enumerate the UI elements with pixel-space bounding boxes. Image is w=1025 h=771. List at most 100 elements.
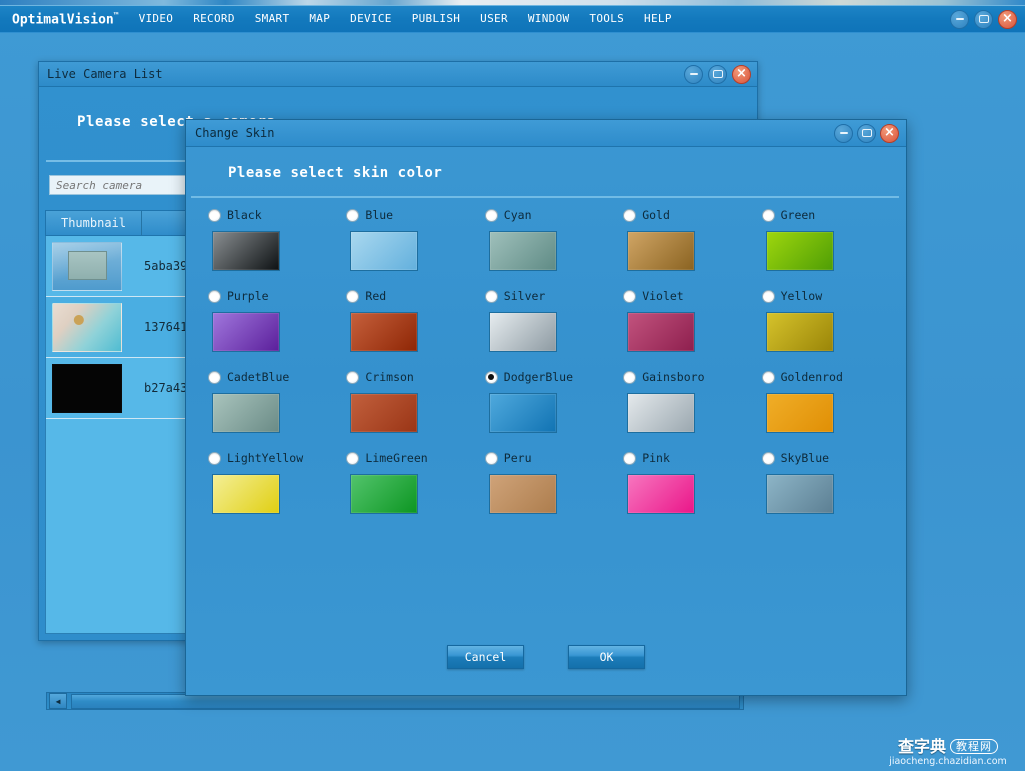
skin-color-swatch-purple[interactable] [212,312,280,352]
cancel-button[interactable]: Cancel [447,645,524,669]
skin-color-swatch-cyan[interactable] [488,231,557,271]
skin-color-swatch-peru[interactable] [488,474,557,514]
skin-color-radio-row[interactable]: Red [338,285,386,307]
skin-color-option-gold[interactable]: Gold [615,204,753,271]
camera-list-minimize-icon[interactable] [684,64,703,84]
skin-color-radio-row[interactable]: Black [200,204,262,226]
skin-color-option-silver[interactable]: Silver [477,285,615,352]
camera-list-close-icon[interactable] [732,64,751,84]
radio-button-black[interactable] [208,208,221,222]
radio-button-red[interactable] [346,289,360,303]
skin-color-swatch-silver[interactable] [488,312,557,352]
radio-button-gold[interactable] [623,208,637,222]
skin-color-swatch-gold[interactable] [627,231,696,271]
skin-color-option-violet[interactable]: Violet [615,285,753,352]
skin-close-icon[interactable] [880,123,899,143]
skin-color-swatch-black[interactable] [212,231,280,271]
radio-button-silver[interactable] [484,289,498,303]
skin-color-swatch-blue[interactable] [350,231,419,271]
radio-button-dodgerblue[interactable] [484,370,498,384]
skin-color-swatch-cadetblue[interactable] [212,393,280,433]
radio-button-violet[interactable] [623,289,637,303]
maximize-icon[interactable] [974,9,993,29]
menu-item-video[interactable]: VIDEO [129,6,184,32]
skin-color-swatch-red[interactable] [350,312,419,352]
radio-button-pink[interactable] [623,451,637,465]
skin-color-option-skyblue[interactable]: SkyBlue [754,447,892,514]
skin-color-radio-row[interactable]: DodgerBlue [477,366,573,388]
live-camera-list-titlebar[interactable]: Live Camera List [39,62,757,87]
skin-color-swatch-lightyellow[interactable] [212,474,280,514]
radio-button-goldenrod[interactable] [761,370,775,384]
skin-color-radio-row[interactable]: Goldenrod [754,366,843,388]
skin-color-option-pink[interactable]: Pink [615,447,753,514]
skin-color-radio-row[interactable]: Yellow [754,285,822,307]
skin-color-option-lightyellow[interactable]: LightYellow [200,447,338,514]
skin-color-radio-row[interactable]: LightYellow [200,447,303,469]
radio-button-blue[interactable] [346,208,360,222]
radio-button-limegreen[interactable] [346,451,360,465]
skin-color-radio-row[interactable]: Crimson [338,366,414,388]
skin-color-swatch-green[interactable] [765,231,834,271]
skin-color-swatch-yellow[interactable] [765,312,834,352]
skin-color-option-peru[interactable]: Peru [477,447,615,514]
menu-item-publish[interactable]: PUBLISH [402,6,470,32]
skin-color-radio-row[interactable]: Silver [477,285,545,307]
radio-button-peru[interactable] [484,451,498,465]
skin-color-swatch-violet[interactable] [627,312,696,352]
skin-color-swatch-skyblue[interactable] [765,474,834,514]
skin-color-radio-row[interactable]: Pink [615,447,670,469]
menu-item-help[interactable]: HELP [634,6,682,32]
radio-button-lightyellow[interactable] [208,451,221,465]
skin-color-radio-row[interactable]: Purple [200,285,269,307]
skin-color-swatch-limegreen[interactable] [350,474,419,514]
skin-color-swatch-crimson[interactable] [350,393,419,433]
menu-item-user[interactable]: USER [470,6,518,32]
close-icon[interactable] [998,9,1017,29]
column-header-thumbnail[interactable]: Thumbnail [46,211,142,235]
skin-color-option-red[interactable]: Red [338,285,476,352]
menu-item-window[interactable]: WINDOW [518,6,580,32]
skin-color-option-black[interactable]: Black [200,204,338,271]
skin-color-radio-row[interactable]: Peru [477,447,532,469]
skin-color-option-dodgerblue[interactable]: DodgerBlue [477,366,615,433]
camera-list-maximize-icon[interactable] [708,64,727,84]
skin-color-radio-row[interactable]: CadetBlue [200,366,289,388]
minimize-icon[interactable] [950,9,969,29]
skin-minimize-icon[interactable] [834,123,853,143]
skin-color-option-purple[interactable]: Purple [200,285,338,352]
skin-color-radio-row[interactable]: Gainsboro [615,366,705,388]
skin-color-swatch-dodgerblue[interactable] [488,393,557,433]
radio-button-cyan[interactable] [484,208,498,222]
radio-button-crimson[interactable] [346,370,360,384]
radio-button-skyblue[interactable] [761,451,775,465]
radio-button-cadetblue[interactable] [208,370,221,384]
skin-color-radio-row[interactable]: Green [754,204,815,226]
radio-button-green[interactable] [761,208,775,222]
skin-color-option-green[interactable]: Green [754,204,892,271]
skin-color-swatch-pink[interactable] [627,474,696,514]
menu-item-record[interactable]: RECORD [183,6,245,32]
skin-color-radio-row[interactable]: Gold [615,204,670,226]
skin-color-option-limegreen[interactable]: LimeGreen [338,447,476,514]
skin-color-radio-row[interactable]: Cyan [477,204,532,226]
skin-color-option-crimson[interactable]: Crimson [338,366,476,433]
ok-button[interactable]: OK [568,645,645,669]
radio-button-yellow[interactable] [761,289,775,303]
scroll-left-arrow-icon[interactable]: ◀ [49,693,67,709]
skin-color-option-yellow[interactable]: Yellow [754,285,892,352]
menu-item-device[interactable]: DEVICE [340,6,402,32]
skin-color-radio-row[interactable]: LimeGreen [338,447,428,469]
skin-color-option-goldenrod[interactable]: Goldenrod [754,366,892,433]
menu-item-tools[interactable]: TOOLS [579,6,634,32]
menu-item-map[interactable]: MAP [299,6,340,32]
skin-color-radio-row[interactable]: SkyBlue [754,447,829,469]
skin-color-option-blue[interactable]: Blue [338,204,476,271]
skin-color-radio-row[interactable]: Blue [338,204,393,226]
skin-color-swatch-gainsboro[interactable] [627,393,696,433]
skin-color-radio-row[interactable]: Violet [615,285,684,307]
change-skin-titlebar[interactable]: Change Skin [186,120,906,147]
skin-color-swatch-goldenrod[interactable] [765,393,834,433]
skin-maximize-icon[interactable] [857,123,876,143]
menu-item-smart[interactable]: SMART [245,6,300,32]
